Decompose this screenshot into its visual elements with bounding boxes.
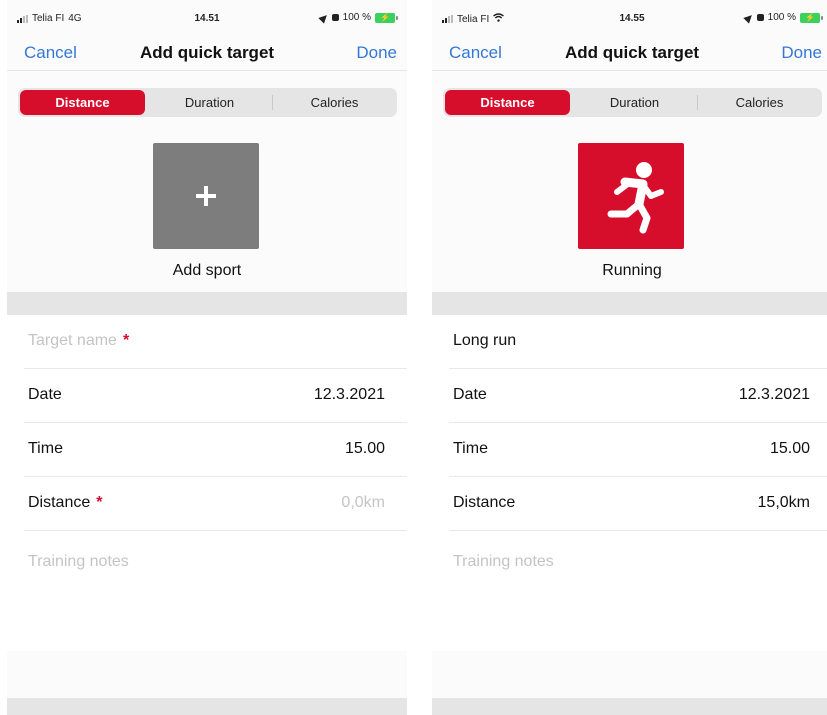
location-icon — [317, 11, 330, 24]
status-bar: Telia FI 14.55 100 % ⚡ — [432, 0, 827, 30]
sport-label: Add sport — [172, 262, 242, 279]
date-value: 12.3.2021 — [738, 386, 810, 403]
alarm-icon — [331, 14, 339, 21]
target-name-field[interactable]: Long run — [449, 315, 827, 369]
required-marker: * — [96, 494, 103, 511]
time-value: 15.00 — [769, 440, 810, 457]
battery-percent: 100 % — [767, 12, 796, 23]
navigation-bar: Cancel Add quick target Done — [432, 36, 827, 71]
target-name-value: Long run — [453, 332, 517, 349]
target-form: Target name * Date 12.3.2021 Time 15.00 D… — [7, 315, 407, 651]
training-notes-placeholder: Training notes — [28, 553, 129, 570]
date-row[interactable]: Date 12.3.2021 — [449, 369, 827, 423]
page-title: Add quick target — [564, 43, 700, 62]
target-name-field[interactable]: Target name * — [24, 315, 407, 369]
time-row[interactable]: Time 15.00 — [24, 423, 407, 477]
battery-charging-icon: ⚡ — [375, 12, 398, 23]
training-notes-placeholder: Training notes — [453, 553, 554, 570]
bottom-divider — [432, 698, 827, 715]
done-button[interactable]: Done — [781, 43, 822, 63]
distance-row[interactable]: Distance 15,0km — [449, 477, 827, 531]
section-divider — [432, 292, 827, 315]
tab-duration[interactable]: Duration — [147, 88, 272, 117]
time-label: Time — [28, 440, 63, 457]
distance-label: Distance — [453, 494, 516, 511]
add-quick-target-screen-empty: Telia FI 4G 14.51 100 % ⚡ Cancel Add qui… — [7, 0, 407, 715]
target-type-segmented-control: Distance Duration Calories — [18, 88, 397, 117]
running-person-icon — [607, 162, 664, 234]
date-label: Date — [453, 386, 487, 403]
target-form: Long run Date 12.3.2021 Time 15.00 Dista… — [432, 315, 827, 651]
status-bar: Telia FI 4G 14.51 100 % ⚡ — [7, 0, 407, 30]
page-title: Add quick target — [139, 43, 275, 62]
training-notes-field[interactable]: Training notes — [449, 531, 827, 651]
tab-distance[interactable]: Distance — [20, 90, 145, 115]
done-button[interactable]: Done — [356, 43, 397, 63]
distance-label: Distance — [28, 494, 91, 511]
tab-distance[interactable]: Distance — [445, 90, 570, 115]
plus-icon — [196, 186, 216, 206]
add-quick-target-screen-filled: Telia FI 14.55 100 % ⚡ Cancel Add quick … — [432, 0, 827, 715]
add-sport-button[interactable] — [153, 143, 259, 249]
target-name-placeholder: Target name — [28, 332, 117, 349]
sport-label: Running — [602, 262, 662, 279]
date-value: 12.3.2021 — [313, 386, 385, 403]
alarm-icon — [756, 14, 764, 21]
date-label: Date — [28, 386, 62, 403]
date-row[interactable]: Date 12.3.2021 — [24, 369, 407, 423]
target-type-segmented-control: Distance Duration Calories — [443, 88, 822, 117]
time-value: 15.00 — [344, 440, 385, 457]
distance-placeholder: 0,0km — [341, 494, 385, 511]
selected-sport-button[interactable] — [578, 143, 684, 249]
tab-duration[interactable]: Duration — [572, 88, 697, 117]
battery-charging-icon: ⚡ — [800, 12, 823, 23]
tab-calories[interactable]: Calories — [272, 88, 397, 117]
bottom-divider — [7, 698, 407, 715]
tab-calories[interactable]: Calories — [697, 88, 822, 117]
distance-row[interactable]: Distance * 0,0km — [24, 477, 407, 531]
time-label: Time — [453, 440, 488, 457]
location-icon — [742, 11, 755, 24]
distance-value: 15,0km — [757, 494, 810, 511]
battery-percent: 100 % — [342, 12, 371, 23]
section-divider — [7, 292, 407, 315]
time-row[interactable]: Time 15.00 — [449, 423, 827, 477]
navigation-bar: Cancel Add quick target Done — [7, 36, 407, 71]
required-marker: * — [122, 332, 130, 349]
training-notes-field[interactable]: Training notes — [24, 531, 407, 651]
